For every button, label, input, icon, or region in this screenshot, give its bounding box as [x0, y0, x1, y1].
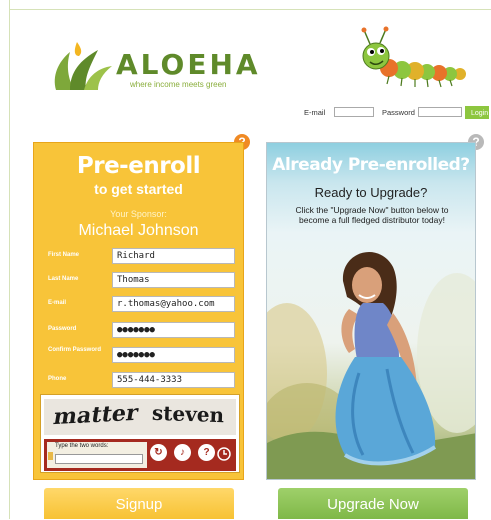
- last-name-field[interactable]: Thomas: [112, 272, 235, 288]
- last-name-label: Last Name: [48, 276, 79, 282]
- captcha-help-icon[interactable]: ?: [198, 444, 215, 461]
- captcha-refresh-icon[interactable]: ↻: [150, 444, 167, 461]
- upgrade-title: Already Pre-enrolled?: [272, 155, 470, 175]
- brand-name: ALOEHA: [116, 48, 261, 81]
- sponsor-name: Michael Johnson: [78, 222, 199, 239]
- upgrade-subtitle: Ready to Upgrade?: [314, 185, 428, 200]
- phone-label: Phone: [48, 376, 67, 382]
- form-row-email: E-mail r.thomas@yahoo.com: [34, 295, 245, 314]
- confirm-password-field[interactable]: ●●●●●●●: [112, 347, 235, 363]
- form-row-first-name: First Name Richard: [34, 247, 245, 266]
- captcha-controls: Type the two words: ↻ ♪ ?: [44, 439, 236, 471]
- login-password-label: Password: [382, 108, 415, 117]
- caterpillar-mascot-icon: [361, 26, 466, 88]
- login-email-label: E-mail: [304, 108, 326, 117]
- captcha-badge: [48, 452, 53, 460]
- captcha-input-label: Type the two words:: [55, 443, 109, 449]
- captcha-logo-icon: [217, 447, 231, 461]
- first-name-label: First Name: [48, 252, 80, 258]
- frame-border-left: [9, 0, 10, 519]
- email-field[interactable]: r.thomas@yahoo.com: [112, 296, 235, 312]
- first-name-field[interactable]: Richard: [112, 248, 235, 264]
- woman-photo: [267, 252, 475, 479]
- brand-logo[interactable]: ALOEHA where income meets green: [48, 38, 258, 94]
- sponsor-label: Your Sponsor:: [110, 209, 167, 219]
- upgrade-description: Click the "Upgrade Now" button below to …: [295, 205, 449, 225]
- form-row-phone: Phone 555-444-3333: [34, 371, 245, 390]
- preenroll-title: Pre-enroll: [76, 153, 201, 179]
- captcha-word-2: steven: [151, 400, 225, 428]
- preenroll-panel: Pre-enroll to get started Your Sponsor: …: [33, 142, 244, 480]
- upgrade-panel: Already Pre-enrolled? Ready to Upgrade? …: [266, 142, 476, 480]
- aloe-leaf-icon: [54, 42, 112, 90]
- form-row-confirm-password: Confirm Password ●●●●●●●: [34, 346, 245, 365]
- confirm-password-label: Confirm Password: [48, 347, 102, 353]
- captcha-input[interactable]: [55, 454, 143, 464]
- login-email-input[interactable]: [334, 107, 374, 117]
- login-button[interactable]: Login: [465, 106, 489, 119]
- password-field[interactable]: ●●●●●●●: [112, 322, 235, 338]
- captcha-brand: [217, 447, 231, 463]
- password-label: Password: [48, 326, 77, 332]
- captcha-audio-icon[interactable]: ♪: [174, 444, 191, 461]
- captcha-input-area: Type the two words:: [47, 442, 147, 468]
- form-row-last-name: Last Name Thomas: [34, 271, 245, 290]
- brand-tagline: where income meets green: [130, 80, 227, 89]
- signup-button[interactable]: Signup: [44, 488, 234, 519]
- phone-field[interactable]: 555-444-3333: [112, 372, 235, 388]
- captcha-widget: matter steven Type the two words: ↻ ♪ ?: [40, 394, 240, 473]
- frame-border-top: [9, 9, 491, 10]
- preenroll-subtitle: to get started: [94, 181, 183, 197]
- login-password-input[interactable]: [418, 107, 462, 117]
- captcha-word-1: matter: [51, 399, 140, 431]
- email-label: E-mail: [48, 300, 67, 306]
- upgrade-now-button[interactable]: Upgrade Now: [278, 488, 468, 519]
- captcha-image: matter steven: [44, 399, 236, 435]
- form-row-password: Password ●●●●●●●: [34, 321, 245, 340]
